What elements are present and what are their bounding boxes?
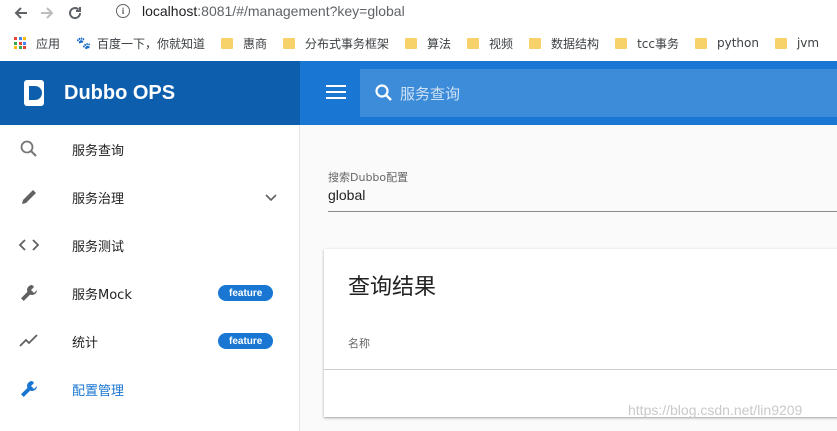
folder-icon bbox=[774, 37, 787, 49]
url-path: :8081/#/management?key=global bbox=[197, 3, 405, 19]
top-toolbar: 服务查询 bbox=[300, 61, 837, 125]
baidu-paw-icon: 🐾 bbox=[76, 36, 91, 50]
code-icon bbox=[18, 234, 40, 256]
table-divider bbox=[324, 369, 837, 370]
sidebar-item-service-test[interactable]: 服务测试 bbox=[0, 221, 300, 269]
sidebar-item-statistics[interactable]: 统计 feature bbox=[0, 317, 300, 365]
bookmark-label: 分布式事务框架 bbox=[305, 36, 390, 51]
apps-icon bbox=[14, 37, 26, 49]
bookmark-label: python bbox=[716, 36, 759, 50]
search-placeholder: 服务查询 bbox=[400, 84, 461, 103]
sidebar-item-label: 统计 bbox=[72, 335, 99, 351]
feature-badge: feature bbox=[218, 285, 274, 301]
forward-icon[interactable] bbox=[34, 2, 60, 24]
bookmark-label: jvm bbox=[796, 36, 820, 50]
bookmark-folder[interactable]: 数据结构 bbox=[529, 35, 599, 52]
bookmark-label: 百度一下，你就知道 bbox=[96, 36, 205, 51]
bookmark-label: 算法 bbox=[427, 36, 452, 51]
trend-icon bbox=[18, 330, 40, 352]
result-card: 查询结果 名称 bbox=[324, 249, 837, 417]
folder-icon bbox=[615, 37, 628, 49]
reload-icon[interactable] bbox=[62, 2, 88, 24]
folder-icon bbox=[529, 37, 542, 49]
bookmark-label: 数据结构 bbox=[551, 36, 600, 51]
search-icon bbox=[375, 84, 392, 101]
input-underline bbox=[328, 211, 837, 212]
column-header-name[interactable]: 名称 bbox=[348, 335, 370, 351]
brand-title[interactable]: Dubbo OPS bbox=[64, 82, 175, 105]
main-content: 搜索Dubbo配置 global 查询结果 名称 bbox=[300, 125, 837, 431]
address-bar[interactable]: i localhost:8081/#/management?key=global bbox=[106, 0, 837, 22]
bookmark-label: 应用 bbox=[36, 36, 61, 51]
bookmark-folder[interactable]: 算法 bbox=[405, 35, 451, 52]
menu-icon[interactable] bbox=[326, 83, 346, 101]
dubbo-logo-icon bbox=[24, 80, 44, 106]
browser-toolbar: i localhost:8081/#/management?key=global bbox=[0, 0, 837, 26]
folder-icon bbox=[467, 37, 480, 49]
back-icon[interactable] bbox=[8, 2, 34, 24]
search-input[interactable]: 服务查询 bbox=[360, 69, 837, 117]
folder-icon bbox=[694, 37, 707, 49]
folder-icon bbox=[220, 37, 233, 49]
bookmark-apps[interactable]: 应用 bbox=[0, 35, 60, 52]
sidebar: 服务查询 服务治理 服务测试 服务Mock feature 统计 feature… bbox=[0, 125, 300, 431]
sidebar-item-label: 服务Mock bbox=[72, 287, 132, 303]
pencil-icon bbox=[18, 186, 40, 208]
dubbo-ops-app: Dubbo OPS 服务查询 服务查询 服务治理 服务测试 服务Mock fea… bbox=[0, 61, 837, 431]
sidebar-item-label: 配置管理 bbox=[72, 383, 125, 399]
sidebar-item-config-management[interactable]: 配置管理 bbox=[0, 365, 300, 413]
watermark: https://blog.csdn.net/lin9209 bbox=[628, 402, 803, 418]
url-text[interactable]: localhost:8081/#/management?key=global bbox=[142, 3, 405, 19]
bookmark-folder[interactable]: 分布式事务框架 bbox=[283, 35, 389, 52]
sidebar-item-label: 服务治理 bbox=[72, 191, 125, 207]
bookmark-baidu[interactable]: 🐾 百度一下，你就知道 bbox=[76, 35, 205, 52]
sidebar-item-service-mock[interactable]: 服务Mock feature bbox=[0, 269, 300, 317]
sidebar-item-label: 服务查询 bbox=[72, 143, 125, 159]
bookmark-folder[interactable]: python bbox=[694, 36, 759, 50]
info-icon[interactable]: i bbox=[116, 4, 130, 18]
wrench-icon bbox=[18, 282, 40, 304]
feature-badge: feature bbox=[218, 333, 274, 349]
config-search-label: 搜索Dubbo配置 bbox=[328, 171, 409, 184]
bookmark-folder[interactable]: jvm bbox=[774, 36, 820, 50]
config-search-input[interactable]: global bbox=[328, 187, 365, 203]
bookmark-label: 视频 bbox=[489, 36, 514, 51]
url-host: localhost bbox=[142, 3, 198, 19]
bookmark-folder[interactable]: 视频 bbox=[467, 35, 513, 52]
bookmarks-bar: 应用 🐾 百度一下，你就知道 惠商 分布式事务框架 算法 视频 数据结构 tcc… bbox=[0, 29, 837, 57]
bookmark-folder[interactable]: 惠商 bbox=[220, 35, 267, 52]
wrench-icon bbox=[18, 378, 40, 400]
bookmark-folder[interactable]: tcc事务 bbox=[615, 35, 679, 52]
chevron-down-icon[interactable] bbox=[264, 190, 278, 204]
sidebar-item-service-governance[interactable]: 服务治理 bbox=[0, 173, 300, 221]
result-title: 查询结果 bbox=[348, 275, 437, 300]
bookmark-label: 惠商 bbox=[242, 36, 267, 51]
brand-header: Dubbo OPS bbox=[0, 61, 300, 125]
folder-icon bbox=[283, 37, 295, 49]
sidebar-item-label: 服务测试 bbox=[72, 239, 125, 255]
sidebar-item-service-query[interactable]: 服务查询 bbox=[0, 125, 300, 173]
search-icon bbox=[18, 138, 40, 160]
bookmark-label: tcc事务 bbox=[637, 36, 679, 51]
folder-icon bbox=[405, 37, 418, 49]
